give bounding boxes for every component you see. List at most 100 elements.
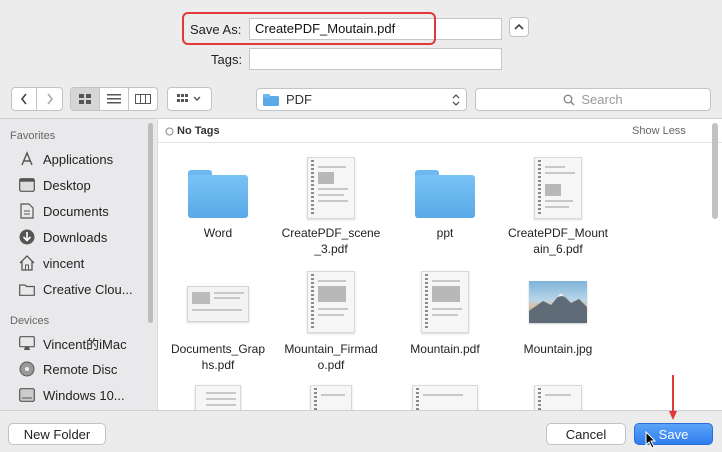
arrange-control[interactable]: [168, 88, 211, 110]
home-icon: [18, 255, 36, 271]
file-browser: No Tags Show Less Word CreatePDF_scene _…: [157, 118, 722, 410]
arrow-annotation-icon: [669, 375, 677, 420]
pdf-document-icon: [195, 385, 241, 410]
sidebar-item-label: Remote Disc: [43, 361, 118, 377]
pdf-document-icon: [310, 385, 352, 410]
pdf-thumbnail: [158, 269, 278, 339]
tag-group-header: No Tags Show Less: [158, 119, 722, 143]
tags-input[interactable]: [249, 48, 502, 70]
nav-buttons: [11, 87, 63, 111]
favorites-heading: Favorites: [10, 130, 56, 142]
sidebar-item-imac[interactable]: Vincent的iMac: [18, 332, 127, 354]
folder-icon: [415, 170, 475, 218]
pdf-document-icon: [307, 271, 355, 333]
pdf-thumbnail: [158, 385, 278, 410]
sidebar-item-windows[interactable]: Windows 10...: [18, 384, 125, 406]
chevron-up-icon: [514, 23, 524, 30]
browser-scrollbar[interactable]: [712, 123, 718, 219]
arrange-button[interactable]: [167, 87, 212, 111]
pdf-thumbnail: [385, 267, 505, 337]
sidebar-item-label: Applications: [43, 151, 114, 167]
search-placeholder: Search: [581, 92, 623, 107]
documents-icon: [18, 203, 36, 219]
sidebar-scrollbar[interactable]: [148, 123, 153, 323]
toolbar: PDF Search: [0, 87, 722, 113]
tag-circle-icon: [165, 127, 174, 136]
disc-icon: [18, 361, 36, 377]
mouse-cursor-icon: [645, 431, 657, 449]
columns-icon: [134, 94, 151, 104]
pdf-thumbnail: [385, 385, 505, 410]
file-name: CreatePDF_Mount ain_6.pdf: [507, 226, 609, 256]
sidebar-item-label: Desktop: [43, 177, 91, 193]
chevron-right-icon: [46, 93, 53, 105]
file-name: Mountain.jpg: [523, 342, 593, 356]
sidebar-item-label: Windows 10...: [43, 387, 125, 403]
folder-icon: [188, 170, 248, 218]
sidebar-item-label: vincent: [43, 255, 85, 271]
sidebar-item-downloads[interactable]: Downloads: [18, 226, 107, 248]
pdf-document-icon: [307, 157, 355, 219]
file-name: CreatePDF_scene _3.pdf: [281, 226, 381, 256]
file-name: Documents_Grap hs.pdf: [170, 342, 266, 372]
sidebar-item-label: Documents: [43, 203, 109, 219]
updown-chevron-icon: [452, 94, 460, 106]
save-header: Save As: CreatePDF_Moutain.pdf Tags:: [0, 0, 722, 80]
dialog-footer: New Folder Cancel Save: [0, 375, 722, 452]
grid-icon: [79, 94, 92, 104]
search-field[interactable]: Search: [475, 88, 711, 111]
list-view-button[interactable]: [100, 88, 129, 110]
view-mode-buttons: [70, 87, 158, 111]
folder-icon: [263, 93, 279, 106]
pdf-thumbnail: [498, 153, 618, 223]
sidebar-item-desktop[interactable]: Desktop: [18, 174, 91, 196]
file-name: Mountain.pdf: [410, 342, 480, 356]
folder-thumbnail: [158, 159, 278, 229]
applications-icon: [18, 151, 36, 167]
file-name: ppt: [436, 226, 454, 240]
pdf-thumbnail: [271, 153, 391, 223]
file-name: Word: [203, 226, 233, 240]
pdf-document-icon: [534, 385, 582, 410]
devices-heading: Devices: [10, 315, 50, 327]
sidebar-item-creative-cloud[interactable]: Creative Clou...: [18, 278, 133, 300]
sidebar-item-vincent[interactable]: vincent: [18, 252, 84, 274]
sidebar-item-remote-disc[interactable]: Remote Disc: [18, 358, 117, 380]
imac-icon: [18, 335, 36, 351]
search-icon: [563, 94, 575, 106]
column-view-button[interactable]: [129, 88, 157, 110]
sidebar-item-applications[interactable]: Applications: [18, 148, 113, 170]
folder-icon: [18, 281, 36, 297]
back-button[interactable]: [12, 88, 38, 110]
image-thumbnail: [498, 267, 618, 337]
downloads-icon: [18, 229, 36, 245]
pdf-thumbnail: [271, 267, 391, 337]
pdf-thumbnail: [271, 385, 391, 410]
pdf-document-icon: [421, 271, 469, 333]
pdf-document-icon: [187, 286, 249, 322]
sidebar-item-label: Vincent的iMac: [43, 336, 127, 352]
pdf-document-icon: [412, 385, 478, 410]
highlight-box: [182, 12, 436, 45]
sidebar: Favorites Applications Desktop Documents…: [0, 118, 156, 410]
arrange-icon: [176, 94, 200, 102]
location-popup[interactable]: PDF: [256, 88, 467, 111]
sidebar-item-label: Creative Clou...: [43, 281, 133, 297]
pdf-document-icon: [534, 157, 582, 219]
file-name: Mountain_Firmad o.pdf: [284, 342, 378, 372]
new-folder-button[interactable]: New Folder: [8, 423, 106, 445]
show-less-link[interactable]: Show Less: [632, 125, 686, 137]
folder-thumbnail: [385, 159, 505, 229]
pdf-thumbnail: [498, 385, 618, 410]
list-icon: [107, 94, 121, 104]
tag-group-label: No Tags: [177, 125, 220, 137]
expand-button[interactable]: [509, 17, 529, 37]
tags-label: Tags:: [211, 52, 243, 67]
forward-button[interactable]: [37, 88, 62, 110]
sidebar-item-documents[interactable]: Documents: [18, 200, 109, 222]
cancel-button[interactable]: Cancel: [546, 423, 626, 445]
icon-view-button[interactable]: [71, 88, 101, 110]
mountain-photo-icon: [529, 281, 587, 323]
sidebar-item-label: Downloads: [43, 229, 108, 245]
location-label: PDF: [286, 92, 312, 107]
